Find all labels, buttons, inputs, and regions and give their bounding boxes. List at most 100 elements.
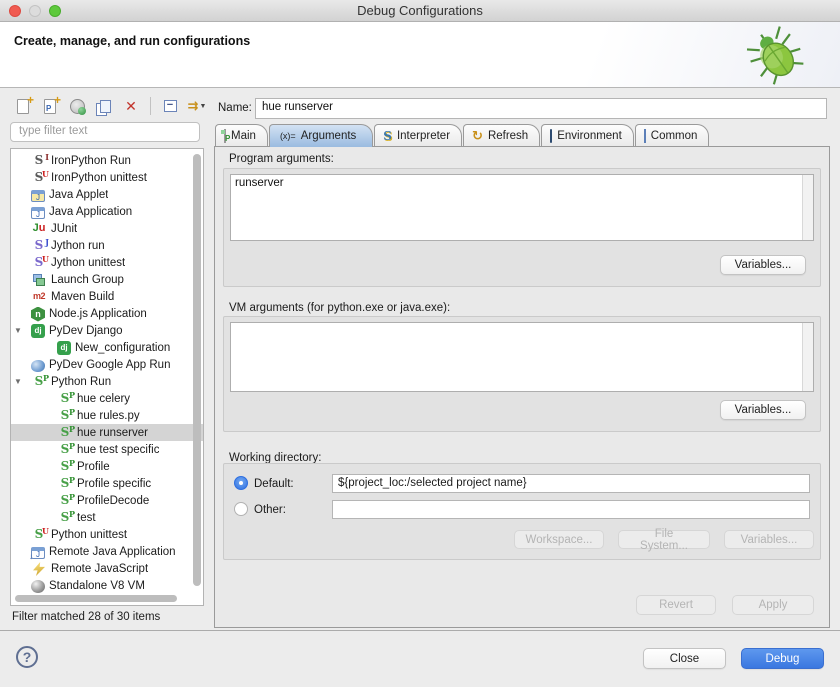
arguments-tab-panel: Program arguments: runserver Variables..… (214, 146, 830, 628)
vm-arguments-label: VM arguments (for python.exe or java.exe… (229, 302, 450, 314)
workspace-button[interactable]: Workspace... (514, 530, 604, 549)
tree-item-new-configuration[interactable]: dj New_configuration (11, 339, 204, 356)
dialog-header-title: Create, manage, and run configurations (14, 34, 250, 48)
tree-item-pydev-google-app-run[interactable]: PyDev Google App Run (11, 356, 204, 373)
tree-item-python-run[interactable]: ▼SPPython Run (11, 373, 204, 390)
tab-interpreter[interactable]: SInterpreter (374, 124, 462, 147)
snake-green-icon: SU (31, 527, 47, 543)
v8-icon (31, 580, 45, 593)
tree-item-ironpython-unittest[interactable]: SU IronPython unittest (11, 169, 204, 186)
program-arguments-variables-button[interactable]: Variables... (720, 255, 806, 275)
filter-status-text: Filter matched 28 of 30 items (12, 611, 160, 623)
vm-arguments-textarea[interactable] (230, 322, 814, 392)
configurations-tree: SIIronPython RunSUIronPython unittestJJa… (10, 148, 204, 606)
revert-button[interactable]: Revert (636, 595, 716, 615)
tab-refresh[interactable]: ↻Refresh (463, 124, 540, 147)
new-launch-configuration-button[interactable]: + (13, 96, 33, 116)
debug-bug-icon (744, 24, 808, 88)
javascript-icon (33, 562, 45, 576)
node-icon: n (31, 307, 45, 322)
tree-item-label: PyDev Django (49, 325, 123, 337)
environment-tab-icon (550, 130, 552, 142)
vm-arguments-scrollbar[interactable] (802, 323, 813, 391)
tree-item-label: JUnit (51, 223, 77, 235)
tab-common[interactable]: Common (635, 124, 710, 147)
program-arguments-textarea[interactable]: runserver (230, 174, 814, 241)
tree-item-profile-specific[interactable]: SPProfile specific (11, 475, 204, 492)
default-directory-field[interactable]: ${project_loc:/selected project name} (332, 474, 810, 493)
tree-vertical-scrollbar[interactable] (193, 154, 201, 586)
export-launch-configurations-button[interactable] (67, 96, 87, 116)
other-directory-field[interactable] (332, 500, 810, 519)
tree-item-java-applet[interactable]: JJava Applet (11, 186, 204, 203)
tree-item-profile[interactable]: SPProfile (11, 458, 204, 475)
tree-item-label: Remote Java Application (49, 546, 176, 558)
default-radio[interactable] (234, 476, 248, 490)
tab-arguments[interactable]: (x)=Arguments (269, 124, 373, 147)
tree-item-hue-test-specific[interactable]: SPhue test specific (11, 441, 204, 458)
tab-label: Environment (557, 130, 622, 142)
django-icon: dj (31, 324, 45, 338)
filter-launch-configurations-button[interactable]: ⇉▼ (187, 96, 207, 116)
working-directory-group: Default: ${project_loc:/selected project… (223, 463, 821, 560)
tree-item-junit[interactable]: JuJUnit (11, 220, 204, 237)
new-launch-prototype-button[interactable]: P+ (40, 96, 60, 116)
tab-main[interactable]: Main (215, 124, 268, 147)
tree-item-label: New_configuration (75, 342, 170, 354)
name-input[interactable]: hue runserver (255, 98, 827, 119)
vm-arguments-group: Variables... (223, 316, 821, 432)
tab-environment[interactable]: Environment (541, 124, 634, 147)
expand-arrow-icon[interactable]: ▼ (14, 377, 22, 386)
tree-item-profiledecode[interactable]: SPProfileDecode (11, 492, 204, 509)
duplicate-launch-configuration-button[interactable] (94, 96, 114, 116)
tree-item-test[interactable]: SPtest (11, 509, 204, 526)
tree-item-pydev-django[interactable]: ▼ dj PyDev Django (11, 322, 204, 339)
refresh-tab-icon: ↻ (472, 128, 483, 144)
filter-input[interactable]: type filter text (10, 122, 200, 142)
tree-item-jython-unittest[interactable]: SU Jython unittest (11, 254, 204, 271)
tree-item-label: Java Application (49, 206, 132, 218)
tab-label: Main (231, 130, 256, 142)
debug-button[interactable]: Debug (741, 648, 824, 669)
tree-horizontal-scrollbar[interactable] (15, 595, 177, 602)
tree-item-java-application[interactable]: JJava Application (11, 203, 204, 220)
tab-label: Interpreter (397, 130, 450, 142)
tree-item-label: Maven Build (51, 291, 114, 303)
tree-item-node-js-application[interactable]: nNode.js Application (11, 305, 204, 322)
tree-item-remote-javascript[interactable]: Remote JavaScript (11, 560, 204, 577)
snake-green-icon: SP (31, 374, 47, 390)
dialog-header: Create, manage, and run configurations (0, 22, 840, 88)
tree-item-hue-rules-py[interactable]: SPhue rules.py (11, 407, 204, 424)
tree-item-python-unittest[interactable]: SUPython unittest (11, 526, 204, 543)
tree-item-maven-build[interactable]: m2Maven Build (11, 288, 204, 305)
file-system-button[interactable]: File System... (618, 530, 710, 549)
tree-item-hue-celery[interactable]: SPhue celery (11, 390, 204, 407)
snake-purple-icon: SU (31, 255, 47, 271)
apply-button[interactable]: Apply (732, 595, 814, 615)
django-icon: dj (57, 341, 71, 355)
tree-item-ironpython-run[interactable]: SIIronPython Run (11, 152, 204, 169)
program-arguments-scrollbar[interactable] (802, 175, 813, 240)
delete-launch-configuration-button[interactable]: ✕ (121, 96, 141, 116)
tree-item-label: Jython unittest (51, 257, 125, 269)
tree-item-label: hue celery (77, 393, 130, 405)
title-bar[interactable]: Debug Configurations (0, 0, 840, 22)
tree-item-label: IronPython unittest (51, 172, 147, 184)
vm-arguments-variables-button[interactable]: Variables... (720, 400, 806, 420)
tree-item-launch-group[interactable]: Launch Group (11, 271, 204, 288)
tree-item-jython-run[interactable]: SJJython run (11, 237, 204, 254)
help-button[interactable]: ? (16, 646, 38, 668)
tree-item-standalone-v8-vm[interactable]: Standalone V8 VM (11, 577, 204, 594)
close-button[interactable]: Close (643, 648, 726, 669)
tree-item-hue-runserver[interactable]: SPhue runserver (11, 424, 204, 441)
snake-dark-icon: SU (31, 170, 47, 186)
configurations-toolbar: + P+ ✕−⇉▼ (13, 94, 207, 118)
collapse-all-button[interactable]: − (160, 96, 180, 116)
tree-item-label: Remote JavaScript (51, 563, 148, 575)
expand-arrow-icon[interactable]: ▼ (14, 326, 22, 335)
default-radio-label: Default: (254, 478, 294, 490)
workdir-variables-button[interactable]: Variables... (724, 530, 814, 549)
other-radio[interactable] (234, 502, 248, 516)
tree-item-remote-java-application[interactable]: JRemote Java Application (11, 543, 204, 560)
tree-item-label: Java Applet (49, 189, 108, 201)
